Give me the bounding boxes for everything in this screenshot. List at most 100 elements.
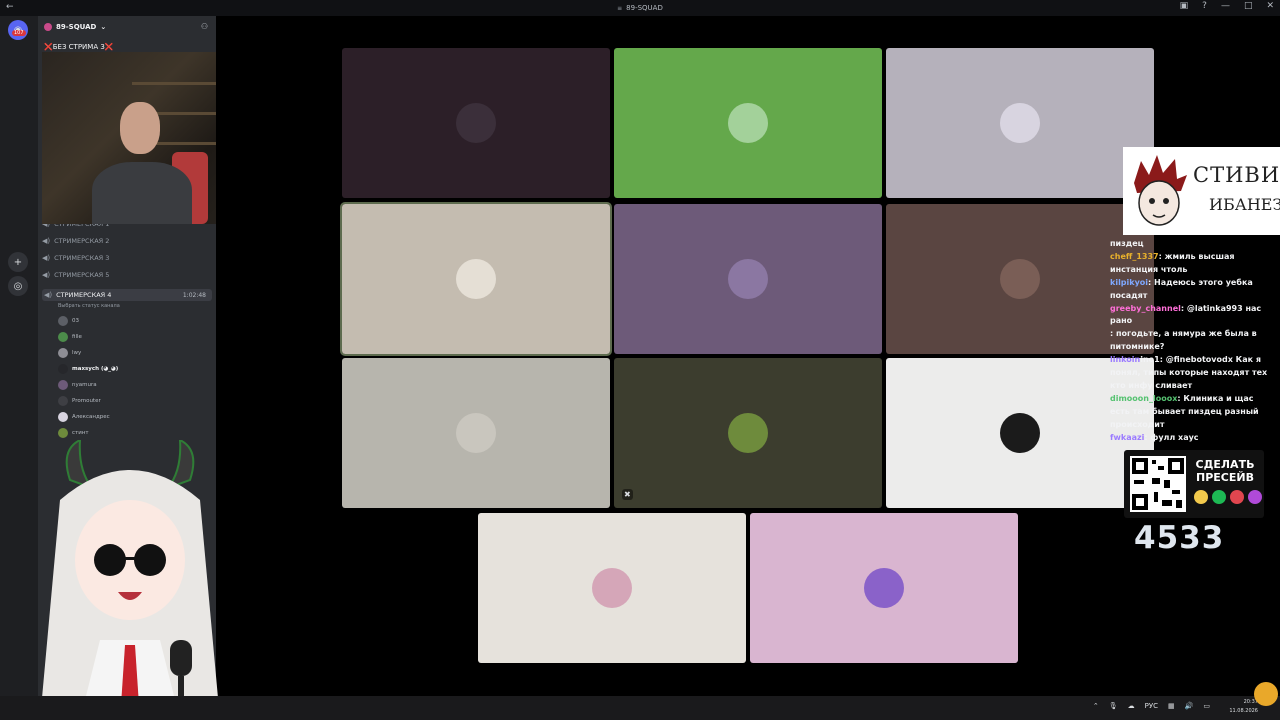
participant-avatar [1000, 413, 1040, 453]
chat-user: cheff_1337 [1110, 251, 1159, 261]
language-indicator[interactable]: РУС [1145, 702, 1158, 710]
chat-user: dimooon_looox [1110, 393, 1178, 403]
star-icon [1194, 490, 1208, 504]
participant-tile[interactable] [750, 513, 1018, 663]
network-icon[interactable]: ▦ [1168, 702, 1175, 710]
back-arrow-icon[interactable]: ← [6, 2, 14, 12]
inbox-icon[interactable]: ▣ [1180, 1, 1189, 11]
invite-icon[interactable]: ⚇ [201, 22, 208, 31]
member-item[interactable]: lwy [58, 348, 81, 358]
chevron-down-icon: ⌄ [100, 23, 107, 31]
guild-header[interactable]: 89-SQUAD ⌄ ⚇ [38, 16, 216, 38]
member-name: maxsych (◕_◕) [72, 366, 119, 372]
streamer-name-card: СТИВИ ИБАНЕЗ [1123, 147, 1280, 235]
stream-title: ❌БЕЗ СТРИМА 3❌ [44, 43, 114, 51]
member-item[interactable]: стинт [58, 428, 89, 438]
presave-label: СДЕЛАТЬ ПРЕСЕЙВ [1195, 458, 1255, 484]
channel-label: СТРИМЕРСКАЯ 3 [54, 254, 110, 262]
chat-user: linkoin [1110, 355, 1141, 365]
podcast-icon [1248, 490, 1262, 504]
speaker-icon: ◀) [42, 237, 51, 245]
chat-text: : фулл хаус [1144, 432, 1199, 442]
avatar [58, 412, 68, 422]
avatar [58, 380, 68, 390]
participant-tile[interactable] [340, 202, 612, 356]
participant-avatar [1000, 259, 1040, 299]
avatar [58, 396, 68, 406]
channel-streamerskaya-3[interactable]: ◀) СТРИМЕРСКАЯ 3 [42, 254, 212, 262]
participant-tile[interactable] [886, 48, 1154, 198]
member-item[interactable]: fille [58, 332, 82, 342]
spotify-icon [1212, 490, 1226, 504]
avatar [58, 348, 68, 358]
clock-date: 11.08.2026 [1229, 708, 1258, 714]
platform-icons [1194, 490, 1262, 504]
explore-icon[interactable]: ◎ [8, 276, 28, 296]
minimize-button[interactable]: — [1221, 1, 1230, 11]
participant-tile[interactable] [614, 48, 882, 198]
participant-tile[interactable] [342, 48, 610, 198]
channel-streamerskaya-2[interactable]: ◀) СТРИМЕРСКАЯ 2 [42, 237, 212, 245]
participant-tile[interactable] [614, 204, 882, 354]
presave-widget: СДЕЛАТЬ ПРЕСЕЙВ [1124, 450, 1264, 518]
pacman-icon [1254, 682, 1278, 706]
participant-avatar [728, 413, 768, 453]
member-item[interactable]: 03 [58, 316, 79, 326]
qr-code-icon [1130, 456, 1186, 512]
avatar [58, 332, 68, 342]
avatar [58, 428, 68, 438]
channel-streamerskaya-4[interactable]: ◀) СТРИМЕРСКАЯ 4 1:02:48 [42, 289, 212, 301]
guild-icon [44, 23, 52, 31]
chat-text: : погодьте, а нямура же была в питомнике… [1110, 329, 1257, 352]
participant-tile[interactable] [342, 358, 610, 508]
chat-text: пиздец [1110, 239, 1144, 248]
channel-status-setter[interactable]: Выбрать статус канала [58, 303, 120, 309]
member-item[interactable]: Александрес [58, 412, 110, 422]
chat-message: greeby_channel: @latinka993 нас рано [1110, 303, 1274, 329]
chat-message: пиздец [1110, 238, 1274, 251]
member-name: стинт [72, 430, 89, 436]
counter-number: 4533 [1134, 520, 1225, 556]
notification-badge: 107 [12, 30, 26, 36]
participant-avatar [456, 103, 496, 143]
close-button[interactable]: ✕ [1266, 1, 1274, 11]
chat-message: fwkaazi: фулл хаус [1110, 432, 1274, 445]
system-tray: ⌃ 🎙 ☁ РУС ▦ 🔊 ▭ [1093, 702, 1210, 710]
streamer [92, 92, 192, 224]
member-item[interactable]: nyamura [58, 380, 97, 390]
member-item[interactable]: Promouter [58, 396, 101, 406]
streamer-head [120, 102, 160, 154]
participant-avatar [1000, 103, 1040, 143]
participant-avatar [456, 259, 496, 299]
add-server-icon[interactable]: + [8, 252, 28, 272]
member-name: lwy [72, 350, 82, 356]
name-line-1: СТИВИ [1193, 163, 1280, 187]
cloud-icon[interactable]: ☁ [1128, 702, 1135, 710]
mic-muted-icon: ✖ [622, 489, 633, 500]
volume-icon[interactable]: 🔊 [1185, 702, 1194, 710]
participant-tile[interactable]: ✖ [614, 358, 882, 508]
channel-icon: ≡ [617, 4, 623, 12]
help-icon[interactable]: ? [1202, 1, 1207, 11]
music-icon [1230, 490, 1244, 504]
channel-label: СТРИМЕРСКАЯ 5 [54, 271, 110, 279]
system-clock[interactable]: 20:37 11.08.2026 [1229, 698, 1258, 716]
chevron-up-icon[interactable]: ⌃ [1093, 702, 1099, 710]
vtuber-avatar [40, 440, 220, 720]
member-item[interactable]: maxsych (◕_◕) [58, 364, 118, 374]
chat-message: : погодьте, а нямура же была в питомнике… [1110, 328, 1274, 354]
chat-message: linkoinino1: @finebotovodx Как я понял, … [1110, 354, 1274, 393]
channel-streamerskaya-5[interactable]: ◀) СТРИМЕРСКАЯ 5 [42, 271, 212, 279]
participant-avatar [728, 259, 768, 299]
member-name: 03 [72, 318, 79, 324]
channel-label: СТРИМЕРСКАЯ 2 [54, 237, 110, 245]
battery-icon[interactable]: ▭ [1203, 702, 1210, 710]
maximize-button[interactable]: □ [1244, 1, 1253, 11]
chat-user: greeby_channel [1110, 303, 1181, 313]
speaker-icon: ◀) [42, 271, 51, 279]
mic-icon[interactable]: 🎙 [1109, 702, 1118, 710]
participant-tile[interactable] [478, 513, 746, 663]
cartoon-face-icon [1134, 155, 1187, 226]
chat-user: fwkaazi [1110, 432, 1145, 442]
speaker-icon: ◀) [44, 291, 53, 299]
